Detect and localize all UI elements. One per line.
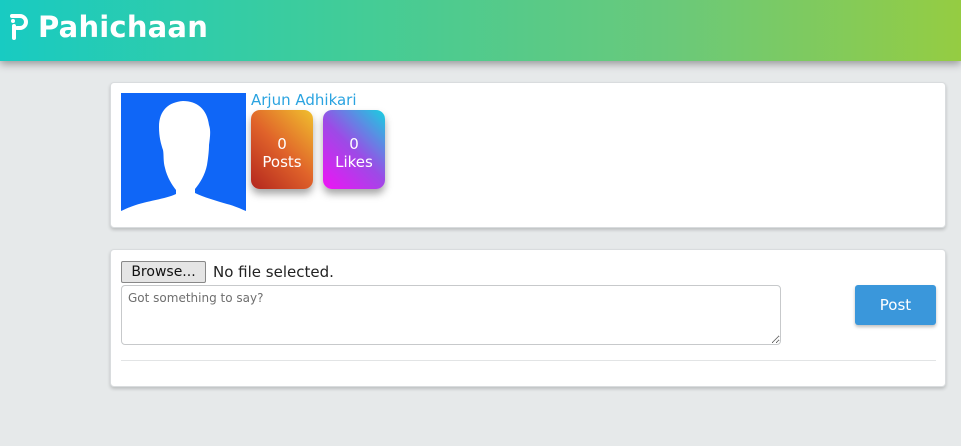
person-silhouette-icon [121, 101, 246, 211]
brand-name: Pahichaan [38, 10, 209, 44]
browse-button[interactable]: Browse... [121, 261, 206, 283]
post-composer-card: Browse... No file selected. Post [110, 249, 946, 387]
posts-label: Posts [262, 153, 302, 171]
user-name[interactable]: Arjun Adhikari [251, 91, 357, 109]
post-text-input[interactable] [121, 285, 781, 345]
likes-stat-badge[interactable]: 0 Likes [323, 110, 385, 189]
divider [121, 360, 936, 361]
top-header: Pahichaan [0, 0, 961, 61]
posts-count: 0 [277, 135, 287, 153]
p-logo-icon [10, 14, 28, 40]
profile-card: Arjun Adhikari 0 Posts 0 Likes [110, 82, 946, 228]
likes-count: 0 [349, 135, 359, 153]
avatar [121, 93, 246, 211]
post-button[interactable]: Post [855, 285, 936, 325]
file-picker: Browse... No file selected. [121, 261, 334, 283]
file-status: No file selected. [213, 263, 334, 281]
brand[interactable]: Pahichaan [8, 10, 208, 44]
posts-stat-badge[interactable]: 0 Posts [251, 110, 313, 189]
likes-label: Likes [335, 153, 373, 171]
